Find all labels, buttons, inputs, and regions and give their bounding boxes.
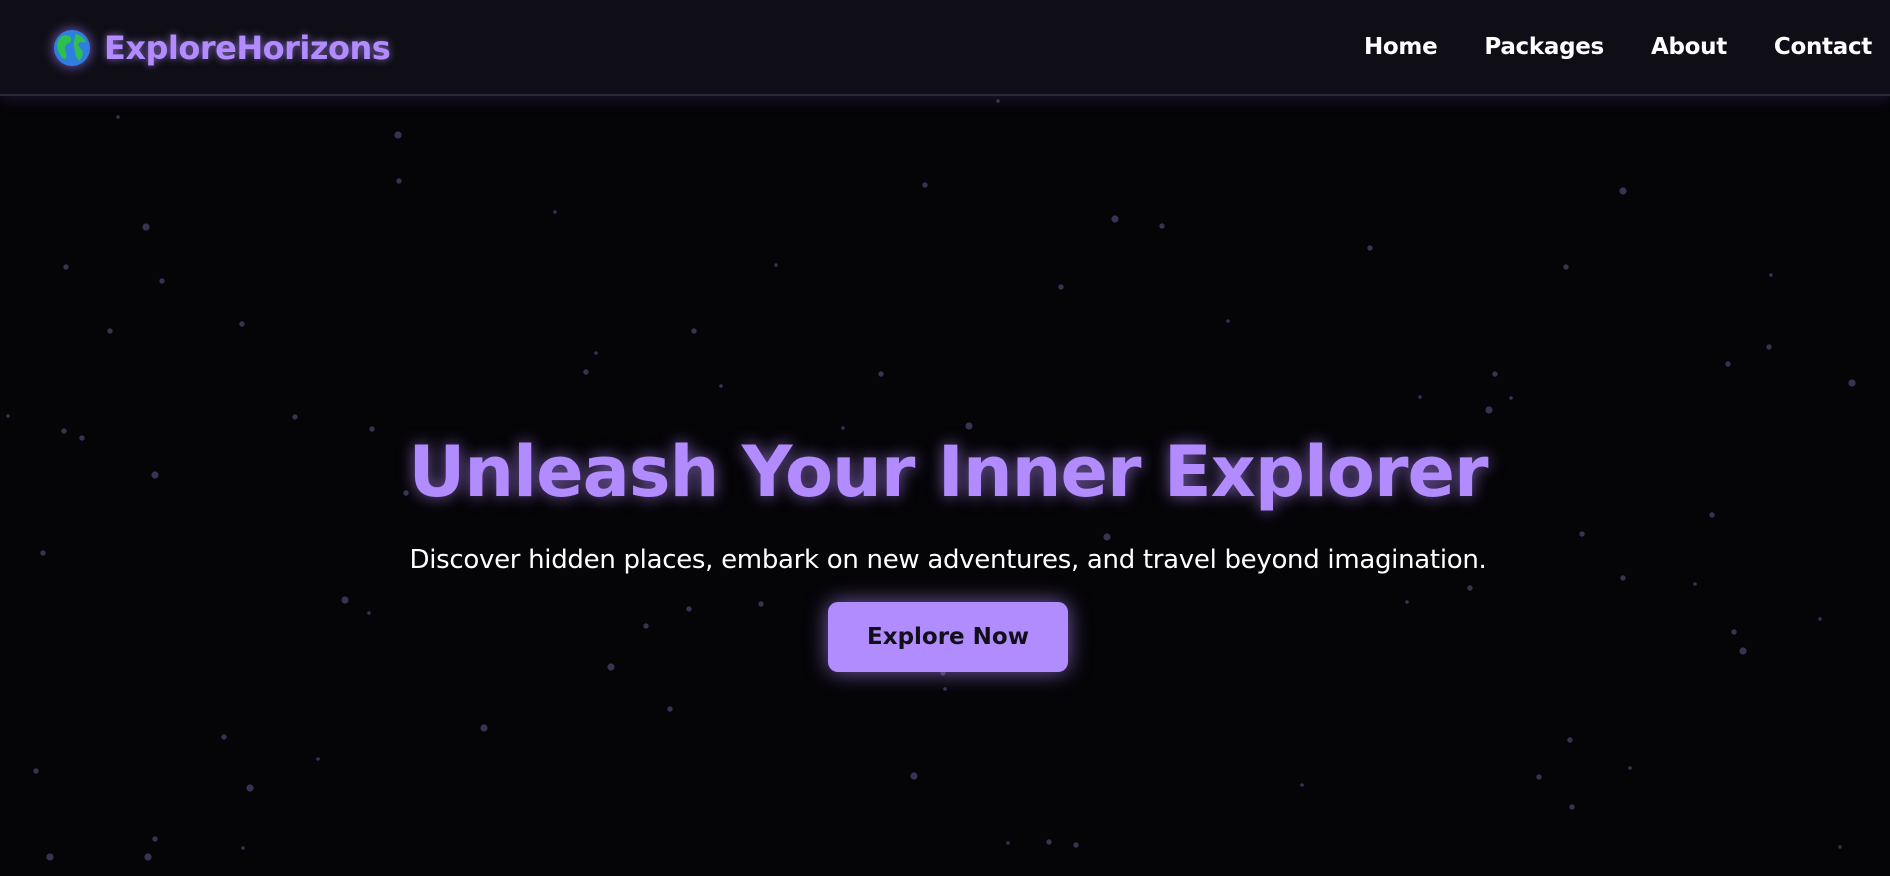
star-dot (1418, 395, 1422, 399)
star-dot (553, 210, 557, 214)
star-dot (63, 264, 69, 270)
star-dot (107, 328, 113, 334)
star-dot (758, 601, 764, 607)
star-dot (46, 853, 54, 861)
star-dot (1838, 845, 1842, 849)
star-dot (1619, 187, 1627, 195)
star-dot (1569, 804, 1575, 810)
star-dot (686, 606, 692, 612)
star-dot (1492, 371, 1498, 377)
nav-link-contact[interactable]: Contact (1774, 34, 1872, 60)
star-dot (396, 178, 402, 184)
star-dot (239, 321, 245, 327)
star-dot (292, 414, 298, 420)
star-dot (922, 182, 928, 188)
nav-link-packages[interactable]: Packages (1484, 34, 1604, 60)
star-dot (910, 772, 918, 780)
star-dot (33, 768, 39, 774)
star-dot (1467, 585, 1473, 591)
star-dot (152, 836, 158, 842)
star-dot (1367, 245, 1373, 251)
star-dot (1766, 344, 1772, 350)
star-dot (341, 596, 349, 604)
star-dot (1579, 531, 1585, 537)
star-dot (1628, 766, 1632, 770)
star-dot (221, 734, 227, 740)
star-dot (1620, 575, 1626, 581)
star-dot (1111, 215, 1119, 223)
star-dot (965, 422, 973, 430)
star-dot (1046, 839, 1052, 845)
star-dot (1848, 379, 1856, 387)
brand-logo[interactable]: ExploreHorizons (52, 28, 391, 68)
star-dot (246, 784, 254, 792)
star-dot (996, 99, 1000, 103)
star-dot (1006, 841, 1010, 845)
star-dot (367, 611, 371, 615)
star-dot (1693, 582, 1697, 586)
star-dot (1563, 264, 1569, 270)
navbar: ExploreHorizons Home Packages About Cont… (0, 0, 1890, 96)
star-dot (480, 724, 488, 732)
star-dot (1103, 533, 1111, 541)
nav-menu: Home Packages About Contact (1317, 34, 1872, 60)
star-dot (142, 223, 150, 231)
star-dot (774, 263, 778, 267)
star-dot (1509, 396, 1513, 400)
star-dot (1226, 319, 1230, 323)
star-dot (841, 426, 845, 430)
star-dot (144, 853, 152, 861)
star-dot (394, 131, 402, 139)
star-dot (1405, 600, 1409, 604)
brand-name: ExploreHorizons (104, 29, 391, 67)
globe-icon (54, 30, 90, 66)
star-dot (1739, 647, 1747, 655)
hero-title: Unleash Your Inner Explorer (408, 431, 1488, 513)
star-dot (594, 351, 598, 355)
star-dot (643, 623, 649, 629)
star-dot (667, 706, 673, 712)
star-dot (719, 384, 723, 388)
star-dot (241, 846, 245, 850)
star-dot (943, 687, 947, 691)
star-dot (116, 115, 120, 119)
star-dot (583, 369, 589, 375)
star-dot (1300, 783, 1304, 787)
star-dot (1073, 842, 1079, 848)
star-dot (1731, 629, 1737, 635)
nav-link-about[interactable]: About (1651, 34, 1727, 60)
star-dot (1567, 737, 1573, 743)
star-dot (878, 371, 884, 377)
star-dot (691, 328, 697, 334)
star-dot (1818, 617, 1822, 621)
star-dot (1159, 223, 1165, 229)
star-dot (1709, 512, 1715, 518)
star-dot (316, 757, 320, 761)
star-dot (607, 663, 615, 671)
star-dot (159, 278, 165, 284)
star-dot (1485, 406, 1493, 414)
star-dot (1058, 284, 1064, 290)
star-dot (1769, 273, 1773, 277)
nav-link-home[interactable]: Home (1364, 34, 1438, 60)
explore-now-button[interactable]: Explore Now (828, 602, 1068, 672)
star-dot (1725, 361, 1731, 367)
star-dot (6, 414, 10, 418)
hero-subtitle: Discover hidden places, embark on new ad… (409, 545, 1487, 575)
star-dot (1536, 774, 1542, 780)
